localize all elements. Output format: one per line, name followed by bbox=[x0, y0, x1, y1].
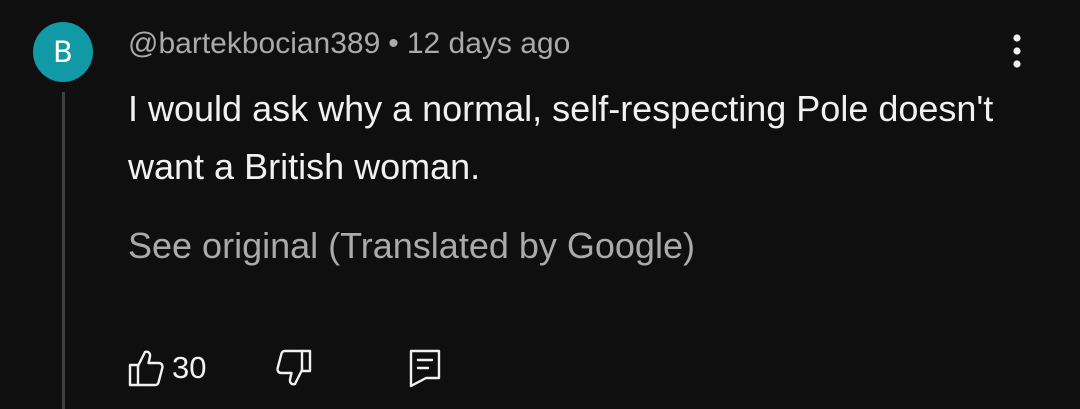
reply-comment-icon bbox=[408, 348, 442, 388]
comment-header: @bartekbocian389 • 12 days ago bbox=[128, 26, 570, 62]
dislike-button[interactable] bbox=[276, 348, 312, 388]
comment-item: B @bartekbocian389 • 12 days ago I would a… bbox=[0, 0, 1080, 409]
like-button[interactable]: 30 bbox=[128, 348, 206, 388]
like-count: 30 bbox=[172, 350, 207, 385]
thumbs-up-icon bbox=[128, 348, 164, 388]
see-original-link[interactable]: See original (Translated by Google) bbox=[128, 222, 695, 270]
comment-text: I would ask why a normal, self-respectin… bbox=[128, 88, 994, 187]
comment-timestamp[interactable]: 12 days ago bbox=[407, 27, 570, 60]
vertical-ellipsis-icon bbox=[1013, 34, 1021, 68]
reply-button[interactable] bbox=[408, 348, 442, 388]
meta-separator: • bbox=[388, 27, 399, 60]
more-options-button[interactable] bbox=[1000, 30, 1034, 72]
thumbs-down-icon bbox=[276, 348, 312, 388]
author-handle[interactable]: @bartekbocian389 bbox=[128, 27, 380, 60]
thread-line bbox=[62, 92, 65, 409]
avatar-letter: B bbox=[53, 35, 73, 69]
avatar[interactable]: B bbox=[33, 22, 93, 82]
